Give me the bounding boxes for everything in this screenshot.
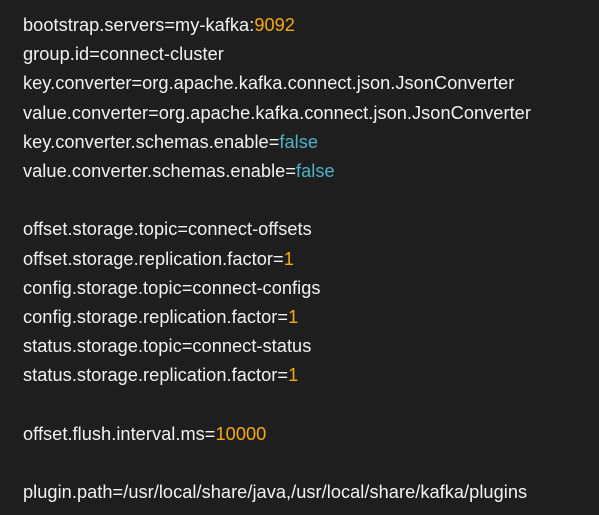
code-text: status.storage.replication.factor=: [23, 365, 289, 386]
code-line: group.id=connect-cluster: [23, 40, 599, 69]
code-line: bootstrap.servers=my-kafka:9092: [23, 11, 599, 40]
code-line: status.storage.replication.factor=1: [23, 361, 599, 390]
boolean-value: false: [279, 131, 319, 152]
code-text: key.converter.schemas.enable=: [23, 131, 280, 152]
code-line: offset.flush.interval.ms=10000: [23, 420, 599, 449]
code-line: config.storage.replication.factor=1: [23, 303, 599, 332]
code-text: config.storage.replication.factor=: [23, 306, 289, 327]
code-text: status.storage.topic=connect-status: [23, 336, 312, 357]
code-line: key.converter=org.apache.kafka.connect.j…: [23, 69, 599, 98]
number-value: 9092: [254, 15, 295, 35]
number-value: 1: [288, 306, 299, 327]
code-text: group.id=connect-cluster: [23, 44, 224, 65]
boolean-value: false: [296, 160, 335, 181]
code-text: plugin.path=/usr/local/share/java,/usr/l…: [23, 482, 528, 502]
code-text: offset.storage.replication.factor=: [23, 248, 284, 269]
code-text: offset.flush.interval.ms=: [23, 423, 216, 444]
number-value: 1: [288, 365, 299, 386]
code-line: key.converter.schemas.enable=false: [23, 128, 599, 157]
code-line: status.storage.topic=connect-status: [23, 332, 599, 361]
code-text: offset.storage.topic=connect-offsets: [23, 219, 312, 240]
code-line: config.storage.topic=connect-configs: [23, 274, 599, 303]
code-text: config.storage.topic=connect-configs: [23, 277, 321, 298]
code-text: value.converter.schemas.enable=: [23, 160, 297, 181]
number-value: 1: [283, 248, 294, 269]
code-line: plugin.path=/usr/local/share/java,/usr/l…: [23, 478, 599, 507]
code-text: bootstrap.servers=my-kafka:: [23, 15, 255, 35]
code-line: value.converter=org.apache.kafka.connect…: [23, 99, 599, 128]
code-line: offset.storage.topic=connect-offsets: [23, 215, 599, 244]
code-text: key.converter=org.apache.kafka.connect.j…: [23, 73, 515, 94]
code-text: value.converter=org.apache.kafka.connect…: [23, 102, 531, 123]
code-line: offset.storage.replication.factor=1: [23, 245, 599, 274]
code-line: value.converter.schemas.enable=false: [23, 157, 599, 186]
code-block: bootstrap.servers=my-kafka:9092 group.id=…: [23, 11, 599, 507]
number-value: 10000: [215, 423, 267, 444]
